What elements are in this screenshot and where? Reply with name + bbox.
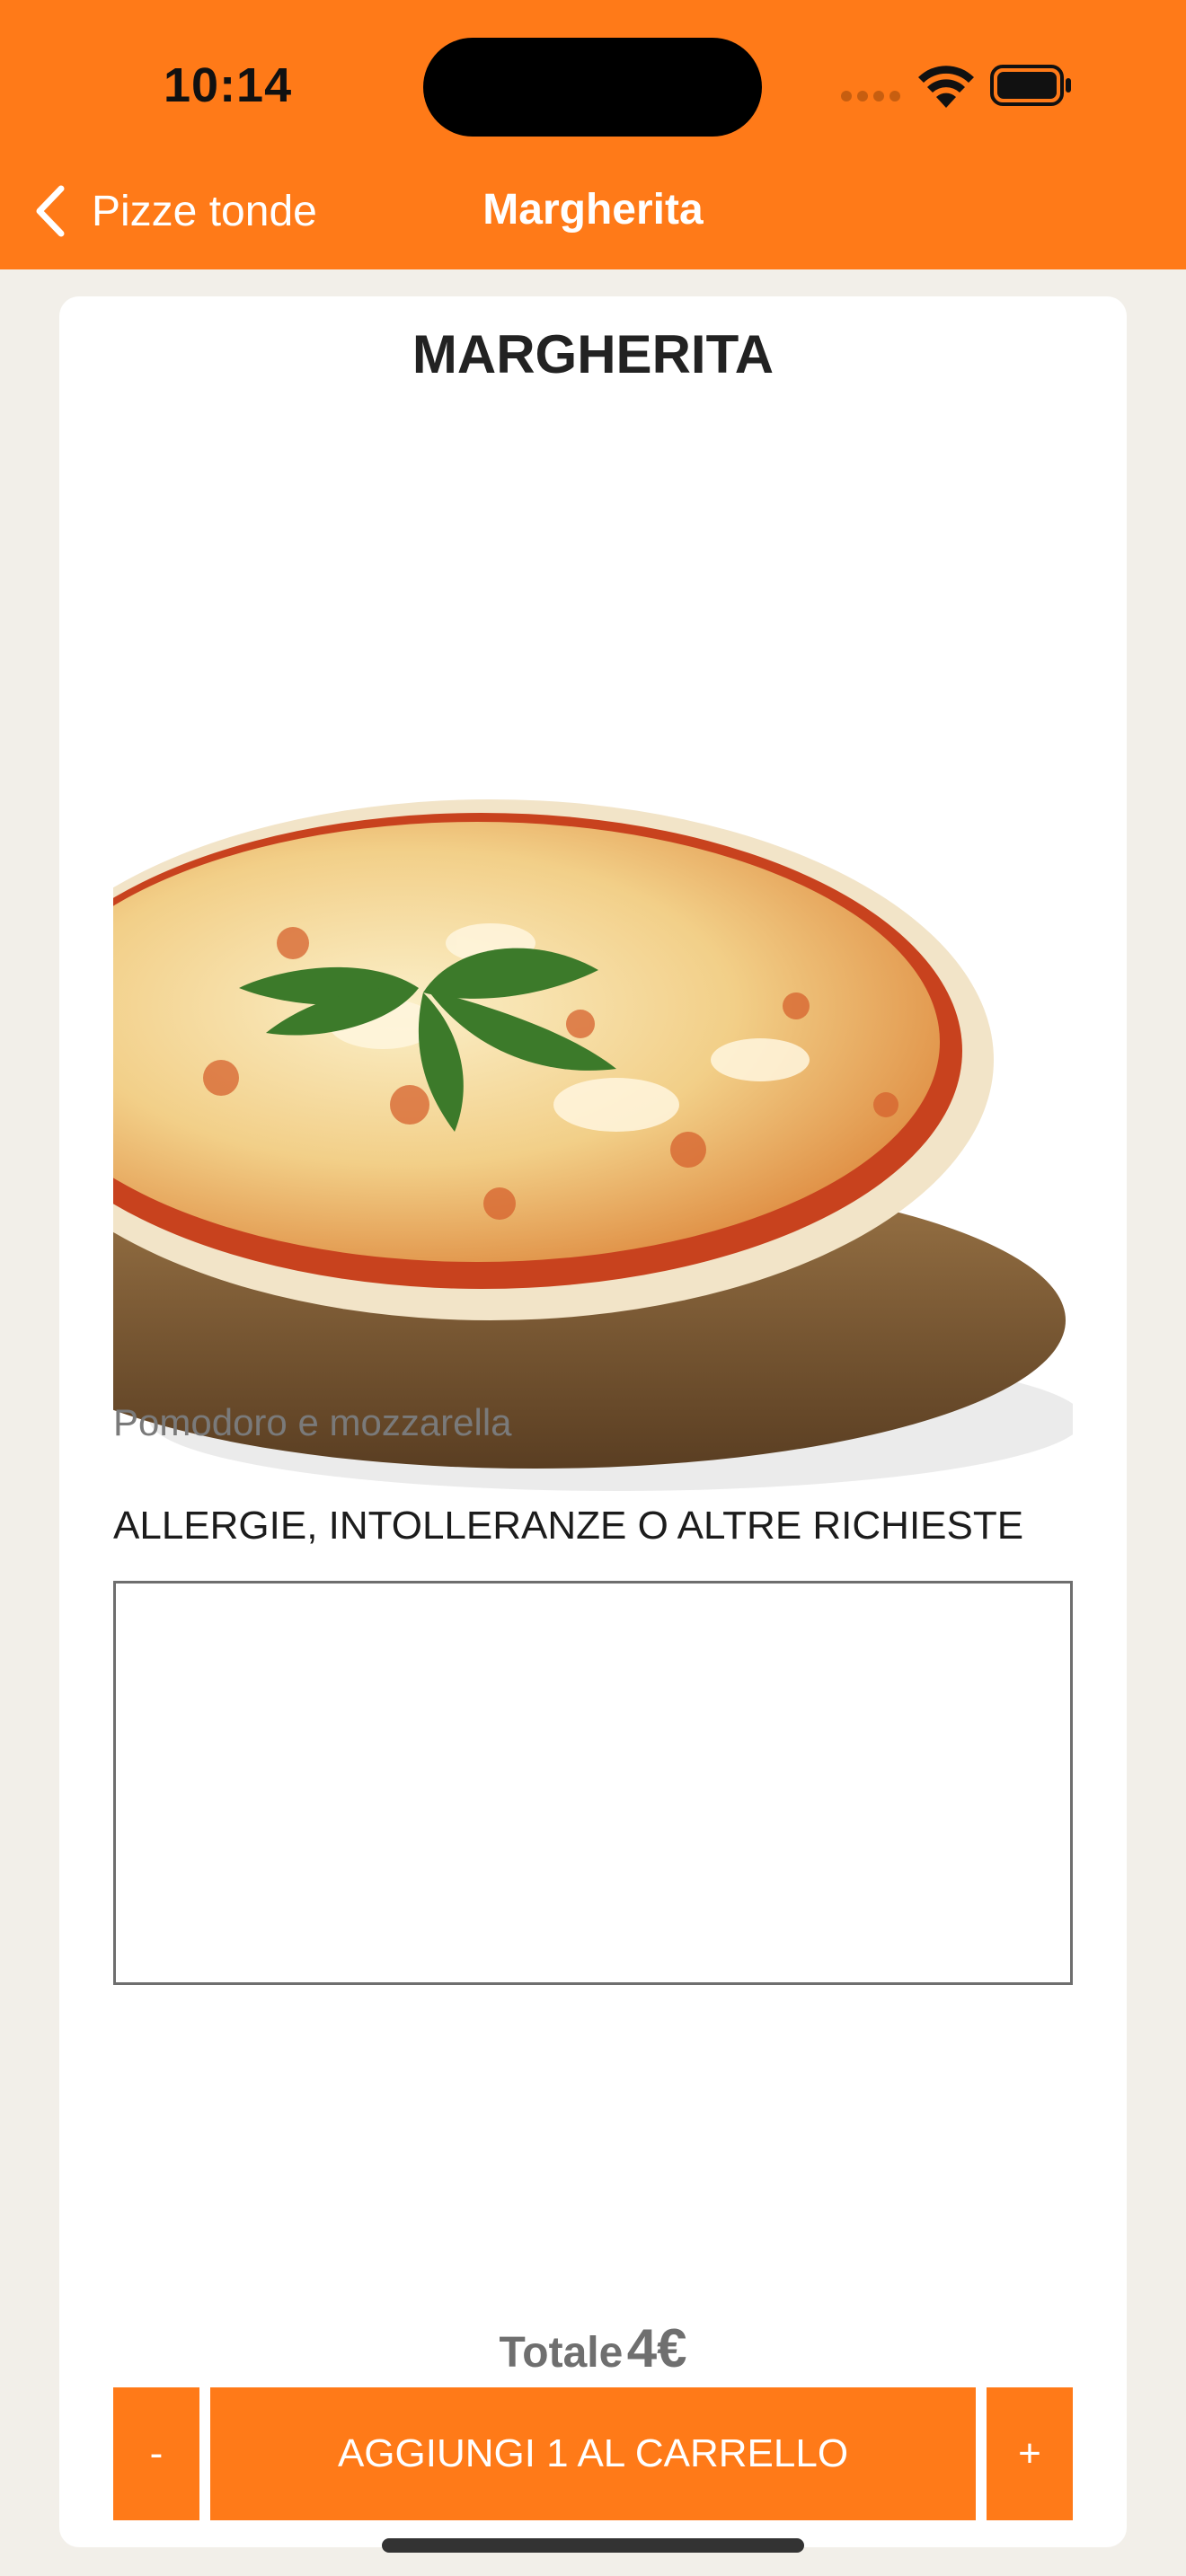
product-title: MARGHERITA	[412, 324, 774, 384]
home-indicator	[382, 2538, 804, 2553]
increase-quantity-button[interactable]: +	[987, 2387, 1073, 2520]
total-amount: 4€	[626, 2318, 687, 2378]
notes-input[interactable]	[113, 1581, 1073, 1985]
total: Totale 4€	[59, 2317, 1127, 2379]
top-bar: 10:14 Pizze tonde Margherita	[0, 0, 1186, 269]
dynamic-island	[423, 38, 762, 137]
total-label: Totale	[499, 2329, 624, 2377]
cellular-signal-icon	[841, 90, 906, 106]
status-time: 10:14	[164, 58, 293, 112]
notes-label: ALLERGIE, INTOLLERANZE O ALTRE RICHIESTE	[113, 1504, 1024, 1548]
nav-title: Margherita	[482, 186, 704, 234]
decrease-quantity-button[interactable]: -	[113, 2387, 199, 2520]
add-to-cart-button[interactable]: AGGIUNGI 1 AL CARRELLO	[210, 2387, 976, 2520]
battery-icon	[990, 65, 1071, 106]
product-description: Pomodoro e mozzarella	[113, 1401, 512, 1443]
product-card: MARGHERITA Pomodoro e mozzarella ALLERGI…	[59, 296, 1127, 2547]
wifi-icon	[918, 66, 974, 108]
